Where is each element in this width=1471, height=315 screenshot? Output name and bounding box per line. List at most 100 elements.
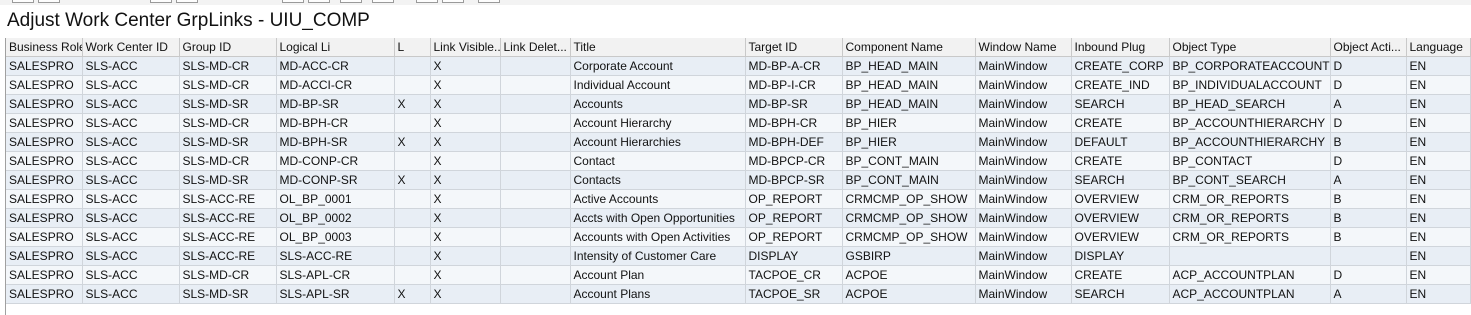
toolbar-button[interactable] xyxy=(372,0,394,3)
table-cell[interactable]: SLS-ACC xyxy=(82,56,180,76)
table-cell[interactable]: SEARCH xyxy=(1071,170,1170,190)
table-cell[interactable]: Contact xyxy=(570,151,746,171)
table-cell[interactable]: X xyxy=(430,94,501,114)
table-cell[interactable]: X xyxy=(394,94,431,114)
table-cell[interactable]: EN xyxy=(1406,265,1471,285)
table-cell[interactable]: Active Accounts xyxy=(570,189,746,209)
table-cell[interactable] xyxy=(500,170,571,190)
table-cell[interactable]: SLS-APL-SR xyxy=(276,284,395,304)
toolbar-button[interactable] xyxy=(416,0,438,3)
table-cell[interactable] xyxy=(500,227,571,247)
table-cell[interactable] xyxy=(500,151,571,171)
table-cell[interactable]: SLS-MD-CR xyxy=(179,75,277,95)
table-cell[interactable]: SLS-ACC-RE xyxy=(276,246,395,266)
column-header[interactable]: Language xyxy=(1406,38,1471,57)
table-cell[interactable]: D xyxy=(1330,75,1407,95)
table-cell[interactable]: MD-ACCI-CR xyxy=(276,75,395,95)
toolbar-button[interactable] xyxy=(150,0,172,3)
table-cell[interactable]: MD-BP-SR xyxy=(276,94,395,114)
table-cell[interactable]: SLS-ACC-RE xyxy=(179,246,277,266)
table-cell[interactable]: MainWindow xyxy=(975,151,1072,171)
toolbar-button[interactable] xyxy=(38,0,60,3)
column-header[interactable]: L xyxy=(394,38,431,57)
table-cell[interactable] xyxy=(394,265,431,285)
table-cell[interactable]: BP_HIER xyxy=(842,113,976,133)
table-cell[interactable]: BP_ACCOUNTHIERARCHY xyxy=(1169,132,1331,152)
table-cell[interactable]: SLS-MD-CR xyxy=(179,113,277,133)
table-cell[interactable]: OVERVIEW xyxy=(1071,208,1170,228)
table-cell[interactable]: MainWindow xyxy=(975,189,1072,209)
table-cell[interactable]: EN xyxy=(1406,246,1471,266)
table-cell[interactable]: SLS-MD-SR xyxy=(179,94,277,114)
table-cell[interactable]: Account Hierarchy xyxy=(570,113,746,133)
table-cell[interactable]: OL_BP_0002 xyxy=(276,208,395,228)
table-cell[interactable]: SALESPRO xyxy=(6,189,83,209)
column-header[interactable]: Logical Li xyxy=(276,38,395,57)
table-cell[interactable] xyxy=(500,265,571,285)
column-header[interactable]: Business Role xyxy=(6,38,83,57)
table-row[interactable]: SALESPRO SLS-ACC SLS-MD-CR MD-CONP-CR X Conta… xyxy=(6,151,1471,171)
table-cell[interactable]: SALESPRO xyxy=(6,56,83,76)
table-cell[interactable]: X xyxy=(430,208,501,228)
table-cell[interactable]: CREATE_IND xyxy=(1071,75,1170,95)
table-cell[interactable]: BP_HEAD_SEARCH xyxy=(1169,94,1331,114)
column-header[interactable]: Link Visible... xyxy=(430,38,501,57)
table-cell[interactable] xyxy=(500,189,571,209)
table-cell[interactable] xyxy=(394,189,431,209)
table-cell[interactable]: DEFAULT xyxy=(1071,132,1170,152)
table-row[interactable]: SALESPRO SLS-ACC SLS-ACC-RE OL_BP_0003 X Acco… xyxy=(6,227,1471,247)
table-cell[interactable]: MD-BPH-CR xyxy=(276,113,395,133)
table-row[interactable]: SALESPRO SLS-ACC SLS-MD-SR MD-BPH-SR X X Accou… xyxy=(6,132,1471,152)
table-cell[interactable] xyxy=(1330,246,1407,266)
table-cell[interactable] xyxy=(500,94,571,114)
table-cell[interactable] xyxy=(500,75,571,95)
table-row[interactable]: SALESPRO SLS-ACC SLS-MD-CR MD-BPH-CR X Accoun… xyxy=(6,113,1471,133)
table-row[interactable]: SALESPRO SLS-ACC SLS-MD-SR MD-BP-SR X X Accoun… xyxy=(6,94,1471,114)
table-cell[interactable]: BP_HEAD_MAIN xyxy=(842,94,976,114)
table-row[interactable]: SALESPRO SLS-ACC SLS-ACC-RE SLS-ACC-RE X Inte… xyxy=(6,246,1471,266)
toolbar-button[interactable] xyxy=(282,0,304,3)
table-cell[interactable]: X xyxy=(430,246,501,266)
table-cell[interactable]: SALESPRO xyxy=(6,284,83,304)
table-cell[interactable]: CRM_OR_REPORTS xyxy=(1169,208,1331,228)
table-cell[interactable]: SALESPRO xyxy=(6,208,83,228)
table-cell[interactable]: CREATE xyxy=(1071,113,1170,133)
column-header[interactable]: Object Acti... xyxy=(1330,38,1407,57)
table-cell[interactable]: Contacts xyxy=(570,170,746,190)
table-cell[interactable]: MD-ACC-CR xyxy=(276,56,395,76)
table-row[interactable]: SALESPRO SLS-ACC SLS-MD-CR MD-ACC-CR X Corpor… xyxy=(6,56,1471,76)
table-cell[interactable]: B xyxy=(1330,208,1407,228)
table-cell[interactable]: A xyxy=(1330,284,1407,304)
table-cell[interactable]: DISPLAY xyxy=(1071,246,1170,266)
table-cell[interactable]: BP_CONT_MAIN xyxy=(842,151,976,171)
table-cell[interactable]: GSBIRP xyxy=(842,246,976,266)
table-cell[interactable]: MD-BP-SR xyxy=(745,94,843,114)
table-cell[interactable]: X xyxy=(430,132,501,152)
table-cell[interactable]: SALESPRO xyxy=(6,94,83,114)
table-cell[interactable]: CRMCMP_OP_SHOW xyxy=(842,227,976,247)
table-cell[interactable]: OP_REPORT xyxy=(745,189,843,209)
table-cell[interactable]: A xyxy=(1330,94,1407,114)
table-cell[interactable]: MD-BP-A-CR xyxy=(745,56,843,76)
toolbar-button[interactable] xyxy=(478,0,500,3)
table-cell[interactable]: TACPOE_CR xyxy=(745,265,843,285)
table-cell[interactable]: BP_CONTACT xyxy=(1169,151,1331,171)
table-cell[interactable]: SALESPRO xyxy=(6,113,83,133)
table-cell[interactable]: SLS-ACC-RE xyxy=(179,208,277,228)
table-cell[interactable]: CREATE_CORP xyxy=(1071,56,1170,76)
table-cell[interactable]: SLS-ACC xyxy=(82,208,180,228)
table-cell[interactable] xyxy=(394,151,431,171)
table-cell[interactable]: OP_REPORT xyxy=(745,208,843,228)
table-cell[interactable]: BP_CONT_SEARCH xyxy=(1169,170,1331,190)
table-cell[interactable]: BP_HEAD_MAIN xyxy=(842,75,976,95)
table-cell[interactable]: SLS-APL-CR xyxy=(276,265,395,285)
table-cell[interactable]: CRM_OR_REPORTS xyxy=(1169,227,1331,247)
table-cell[interactable]: SLS-ACC xyxy=(82,132,180,152)
table-cell[interactable]: D xyxy=(1330,151,1407,171)
table-cell[interactable] xyxy=(394,246,431,266)
table-cell[interactable]: MainWindow xyxy=(975,132,1072,152)
table-cell[interactable]: X xyxy=(430,284,501,304)
table-cell[interactable]: OVERVIEW xyxy=(1071,227,1170,247)
table-cell[interactable]: EN xyxy=(1406,227,1471,247)
table-cell[interactable]: B xyxy=(1330,227,1407,247)
